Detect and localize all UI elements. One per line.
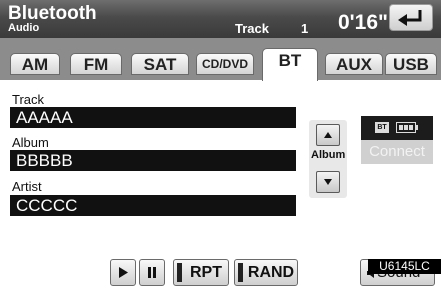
connect-button[interactable]: Connect bbox=[361, 140, 433, 164]
repeat-label: RPT bbox=[190, 264, 222, 281]
tab-fm[interactable]: FM bbox=[70, 53, 122, 75]
artist-field-label: Artist bbox=[12, 179, 42, 194]
random-indicator bbox=[238, 263, 243, 282]
track-field-label: Track bbox=[12, 92, 45, 107]
battery-icon bbox=[396, 122, 416, 133]
figure-code: U6145LC bbox=[368, 259, 441, 274]
tab-am[interactable]: AM bbox=[10, 53, 60, 75]
source-tab-bar: AM FM SAT CD/DVD BT AUX USB bbox=[0, 38, 441, 81]
pause-button[interactable] bbox=[139, 259, 165, 286]
track-number: 1 bbox=[301, 21, 309, 36]
track-value: AAAAA bbox=[10, 107, 296, 128]
track-label: Track bbox=[235, 21, 269, 36]
elapsed-time: 0'16" bbox=[338, 11, 388, 34]
source-title: Bluetooth bbox=[8, 3, 97, 24]
tab-usb[interactable]: USB bbox=[385, 53, 437, 75]
source-subtitle: Audio bbox=[8, 22, 40, 34]
play-button[interactable] bbox=[110, 259, 136, 286]
album-up-button[interactable] bbox=[316, 124, 340, 146]
return-arrow-icon bbox=[398, 10, 422, 26]
bt-badge: BT bbox=[375, 122, 389, 133]
album-nav-label: Album bbox=[311, 149, 346, 161]
tab-sat[interactable]: SAT bbox=[131, 53, 189, 75]
repeat-button[interactable]: RPT bbox=[173, 259, 229, 286]
album-value: BBBBB bbox=[10, 150, 296, 171]
tab-aux[interactable]: AUX bbox=[325, 53, 383, 75]
random-button[interactable]: RAND bbox=[234, 259, 298, 286]
back-button[interactable] bbox=[389, 4, 433, 31]
pause-icon bbox=[148, 267, 156, 278]
random-label: RAND bbox=[247, 264, 295, 281]
album-down-button[interactable] bbox=[316, 171, 340, 193]
triangle-up-icon bbox=[324, 132, 332, 138]
album-field-label: Album bbox=[12, 135, 49, 150]
battery-tip bbox=[416, 125, 418, 130]
tab-bt[interactable]: BT bbox=[262, 48, 318, 81]
play-icon bbox=[119, 267, 128, 278]
artist-value: CCCCC bbox=[10, 195, 296, 216]
triangle-down-icon bbox=[324, 179, 332, 185]
repeat-indicator bbox=[177, 263, 182, 282]
tab-cd-dvd[interactable]: CD/DVD bbox=[196, 53, 254, 75]
